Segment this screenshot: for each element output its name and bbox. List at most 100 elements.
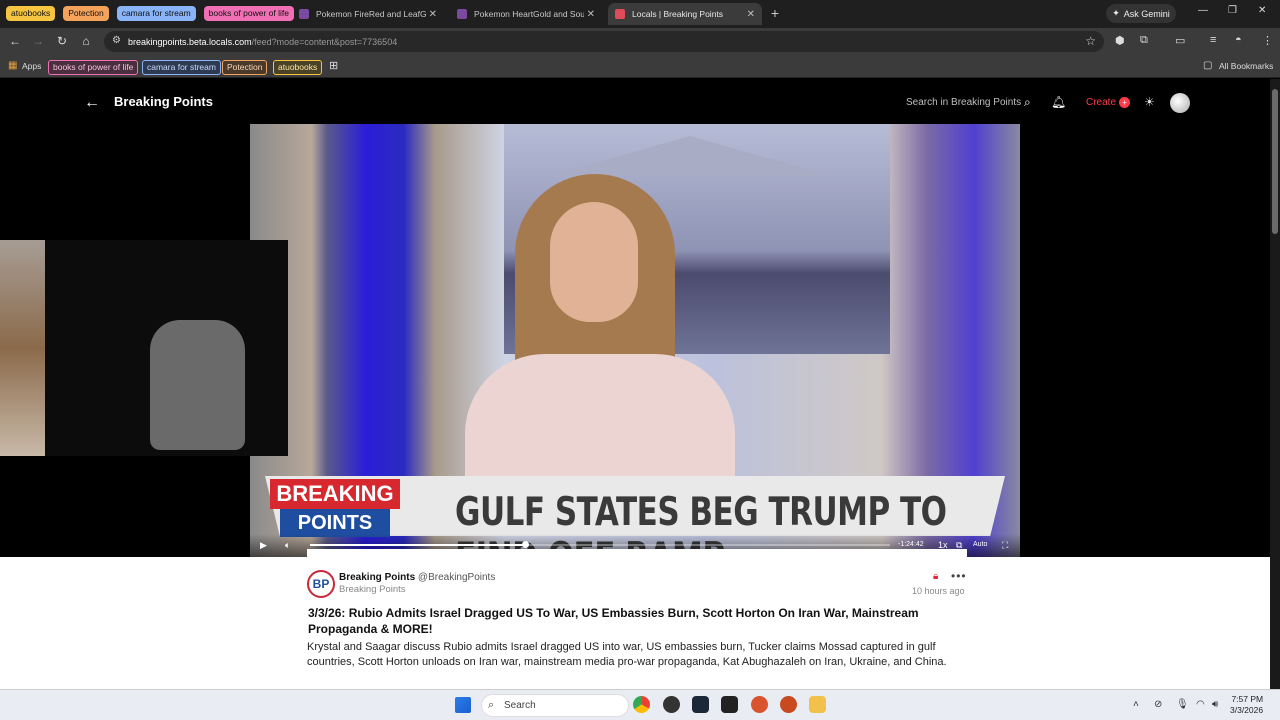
tab-groups-icon[interactable]: ⊞ (329, 59, 338, 72)
game-app-icon-2[interactable] (780, 696, 797, 713)
tab-group-potection[interactable]: Potection (63, 6, 109, 21)
windows-start-icon[interactable] (455, 697, 471, 713)
time-remaining: -1:24:42 (898, 541, 924, 548)
notification-bell-icon[interactable]: 🔔︎ (1051, 95, 1066, 109)
more-options-icon[interactable]: ••• (951, 569, 967, 583)
tab-group-atuobooks[interactable]: atuobooks (6, 6, 56, 21)
search-icon[interactable]: ⌕ (1024, 95, 1031, 110)
play-icon[interactable]: ▶ (260, 540, 267, 551)
site-info-icon[interactable]: ⚙ (112, 35, 121, 46)
quality-button[interactable]: Auto (973, 541, 987, 548)
create-plus-icon[interactable]: + (1119, 97, 1130, 108)
home-icon[interactable]: ⌂ (78, 34, 94, 48)
bookmark-potection[interactable]: Potection (222, 60, 268, 75)
video-player[interactable]: BREAKING POINTS GULF STATES BEG TRUMP TO… (250, 124, 1020, 557)
bookmark-apps[interactable]: Apps (22, 61, 41, 71)
menu-kebab-icon[interactable]: ⋮ (1262, 34, 1273, 47)
epic-games-app-icon[interactable] (721, 696, 738, 713)
tray-volume-icon[interactable]: 🔊︎ (1212, 699, 1218, 710)
post-time: 10 hours ago (912, 586, 965, 596)
tray-network-off-icon[interactable]: ⊘ (1154, 699, 1162, 710)
bookmark-camara[interactable]: camara for stream (142, 60, 221, 75)
webcam-chair (150, 320, 245, 450)
tab-locals-breaking-points[interactable]: Locals | Breaking Points ✕ (608, 3, 762, 25)
logo-points: POINTS (280, 509, 390, 537)
side-panel-icon[interactable]: ▭ (1175, 34, 1185, 47)
webcam-room (0, 240, 45, 456)
tab-label: Pokemon FireRed and LeafGre... (316, 9, 426, 19)
address-bar[interactable]: ⚙ breakingpoints.beta.locals.com/feed?mo… (104, 31, 1104, 52)
restore-icon[interactable]: ❐ (1228, 5, 1237, 16)
tab-groups: atuobooks Potection camara for stream bo… (6, 6, 294, 21)
webcam-overlay (0, 240, 288, 456)
gemini-sparkle-icon: ✦ (1112, 8, 1120, 18)
forward-icon[interactable]: → (30, 34, 46, 48)
close-tab-icon[interactable]: ✕ (747, 9, 755, 20)
theme-toggle-icon[interactable]: ☀ (1144, 95, 1155, 109)
minimize-icon[interactable]: — (1198, 5, 1208, 16)
browser-toolbar: ← → ↻ ⌂ ⚙ breakingpoints.beta.locals.com… (0, 28, 1280, 56)
bookmark-star-icon[interactable]: ☆ (1085, 34, 1096, 48)
logo-breaking: BREAKING (270, 479, 400, 509)
game-app-icon[interactable] (751, 696, 768, 713)
new-tab-icon[interactable]: + (768, 6, 782, 20)
create-button[interactable]: Create (1086, 97, 1116, 108)
close-window-icon[interactable]: ✕ (1258, 5, 1266, 16)
page-content: ← Breaking Points Search in Breaking Poi… (0, 79, 1270, 689)
tab-pokemon-firered[interactable]: Pokemon FireRed and LeafGre... ✕ (292, 3, 444, 25)
taskbar-clock[interactable]: 7:57 PM 3/3/2026 (1230, 694, 1263, 716)
fullscreen-icon[interactable]: ⛶ (1002, 540, 1008, 551)
lock-icon: 🔒︎ (933, 571, 939, 582)
extension-icon[interactable]: ⬢ (1115, 34, 1125, 47)
post-author[interactable]: Breaking Points @BreakingPoints (339, 572, 495, 583)
volume-icon[interactable]: 🔈︎ (285, 540, 290, 551)
tray-wifi-icon[interactable]: ◠ (1196, 699, 1205, 710)
profile-icon[interactable]: ◓ (1235, 34, 1242, 46)
video-progress-handle[interactable] (521, 541, 529, 548)
site-search-input[interactable]: Search in Breaking Points (906, 97, 1021, 108)
bookmarks-bar: ▦ Apps books of power of life camara for… (0, 56, 1280, 78)
post-title[interactable]: 3/3/26: Rubio Admits Israel Dragged US T… (308, 605, 928, 637)
reload-icon[interactable]: ↻ (54, 34, 70, 48)
video-progress-bar[interactable] (310, 541, 890, 548)
host-face (550, 202, 638, 322)
file-explorer-icon[interactable] (809, 696, 826, 713)
taskbar-search-icon: ⌕ (488, 699, 495, 711)
obs-app-icon[interactable] (663, 696, 680, 713)
tab-favicon-icon (457, 9, 467, 19)
back-arrow-icon[interactable]: ← (84, 94, 100, 112)
tab-group-camara[interactable]: camara for stream (116, 6, 196, 21)
apps-grid-icon[interactable]: ▦ (8, 60, 17, 71)
tab-group-books[interactable]: books of power of life (203, 6, 294, 21)
chrome-app-icon[interactable] (633, 696, 650, 713)
steam-app-icon[interactable] (692, 696, 709, 713)
tab-favicon-icon (615, 9, 625, 19)
tray-mic-icon[interactable]: 🎙︎ (1176, 699, 1189, 710)
page-scrollbar[interactable] (1270, 79, 1280, 689)
taskbar-search[interactable]: ⌕ Search (481, 694, 629, 717)
windows-taskbar: ⌕ Search ˄ ⊘ 🎙︎ ◠ 🔊︎ 7:57 PM 3/3/2026 (0, 689, 1280, 720)
extensions-puzzle-icon[interactable]: ⧉ (1140, 34, 1148, 47)
post-community: Breaking Points (339, 584, 406, 595)
bookmark-books-of-power[interactable]: books of power of life (48, 60, 139, 75)
media-controls-icon[interactable]: ≡ (1210, 34, 1216, 46)
tab-pokemon-heartgold[interactable]: Pokemon HeartGold and SoulS... ✕ (450, 3, 602, 25)
back-icon[interactable]: ← (7, 34, 23, 48)
post-author-name: Breaking Points (339, 572, 416, 583)
ask-gemini-button[interactable]: ✦ Ask Gemini (1106, 4, 1176, 23)
bookmark-atuobooks[interactable]: atuobooks (273, 60, 323, 75)
clock-date: 3/3/2026 (1230, 705, 1264, 715)
scrollbar-thumb[interactable] (1272, 89, 1278, 234)
close-tab-icon[interactable]: ✕ (429, 9, 437, 20)
url-path: /feed?mode=content&post=7736504 (251, 36, 398, 47)
post-author-avatar[interactable]: BP (307, 570, 335, 598)
user-avatar[interactable] (1170, 93, 1190, 113)
breaking-points-logo: BREAKING POINTS (270, 479, 425, 541)
close-tab-icon[interactable]: ✕ (587, 9, 595, 20)
all-bookmarks-link[interactable]: All Bookmarks (1219, 61, 1273, 71)
tray-chevron-icon[interactable]: ˄ (1133, 699, 1139, 710)
tab-label: Pokemon HeartGold and SoulS... (474, 9, 584, 19)
tab-label: Locals | Breaking Points (632, 9, 724, 19)
taskbar-search-label: Search (504, 700, 536, 711)
tab-favicon-icon (299, 9, 309, 19)
